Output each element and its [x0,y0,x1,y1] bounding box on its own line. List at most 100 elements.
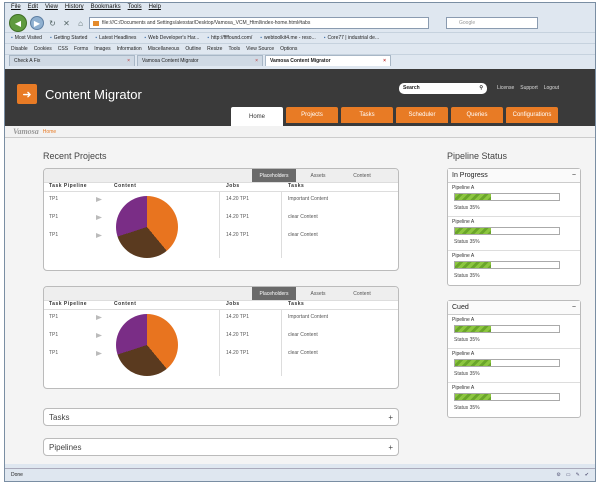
tab-assets[interactable]: Assets [296,287,340,300]
browser-window: File Edit View History Bookmarks Tools H… [4,2,596,482]
navigation-toolbar: ◀ ▶ ↻ ✕ ⌂ file:///C:/Documents and Setti… [5,14,595,32]
tab-queries[interactable]: Queries [451,107,503,123]
close-icon[interactable]: × [255,58,258,64]
browser-search-input[interactable]: Google [446,17,538,29]
tab-content[interactable]: Content [340,169,384,182]
pipeline-status: Status 35% [454,205,480,211]
devtool-options[interactable]: Options [280,46,297,52]
tab-assets[interactable]: Assets [296,169,340,182]
bookmark-item[interactable]: Getting Started [50,35,88,41]
devtool-images[interactable]: Images [94,46,110,52]
devtool-disable[interactable]: Disable [11,46,28,52]
app-search-input[interactable]: Search ⚲ [399,83,487,94]
license-link[interactable]: License [497,85,514,91]
search-icon[interactable]: ⚲ [479,83,483,94]
bookmark-item[interactable]: http://ffffound.com/ [207,35,252,41]
close-icon[interactable]: × [127,58,130,64]
tab-projects[interactable]: Projects [286,107,338,123]
panel-tabs: Placeholders Assets Content [44,169,398,183]
support-link[interactable]: Support [520,85,538,91]
menu-edit[interactable]: Edit [28,4,38,13]
addon-icon[interactable]: ⚙ [556,472,560,478]
browser-tab-active[interactable]: Vamosa Content Migrator × [265,55,391,66]
pipeline-status: Status 35% [454,371,480,377]
bookmark-item[interactable]: Web Developer's Har... [144,35,199,41]
flag-icon[interactable] [96,215,102,220]
tab-configurations[interactable]: Configurations [506,107,558,123]
tab-home[interactable]: Home [231,107,283,126]
pipeline-name[interactable]: Pipeline A [452,253,576,259]
progress-fill [455,326,492,332]
table-header: Task Pipeline Content Jobs Tasks [44,301,398,310]
tab-content[interactable]: Content [340,287,384,300]
pipeline-content-column: TP1 TP1 TP1 [44,192,220,258]
brand-logo: Vamosa [13,127,39,136]
table-header: Task Pipeline Content Jobs Tasks [44,183,398,192]
devtool-css[interactable]: CSS [58,46,68,52]
expand-plus-icon[interactable]: + [388,413,393,422]
pipeline-item: Pipeline A Status 35% [448,383,580,417]
tasks-accordion[interactable]: Tasks + [43,408,399,426]
bookmark-item[interactable]: Core77 | industrial de... [324,35,380,41]
breadcrumb-home[interactable]: Home [43,129,56,135]
devtool-forms[interactable]: Forms [74,46,88,52]
devtool-outline[interactable]: Outline [185,46,201,52]
pipeline-name[interactable]: Pipeline A [452,317,576,323]
pipeline-name[interactable]: Pipeline A [452,385,576,391]
menu-history[interactable]: History [65,4,84,13]
flag-icon[interactable] [96,233,102,238]
row-task: Important Content [288,314,329,320]
devtool-view-source[interactable]: View Source [246,46,274,52]
devtool-cookies[interactable]: Cookies [34,46,52,52]
back-icon[interactable]: ◀ [9,14,27,32]
menu-file[interactable]: File [11,4,21,13]
table-body: TP1 TP1 TP1 14.20 TP1 14.20 TP1 14.20 TP… [44,192,398,258]
bookmark-item[interactable]: Most Visited [11,35,42,41]
menu-bookmarks[interactable]: Bookmarks [91,4,121,13]
reload-icon[interactable]: ↻ [47,18,58,29]
devtool-resize[interactable]: Resize [207,46,222,52]
collapse-minus-icon[interactable]: − [572,304,576,311]
browser-tab[interactable]: Vamosa Content Migrator × [137,55,263,66]
close-icon[interactable]: × [383,58,386,64]
collapse-minus-icon[interactable]: − [572,172,576,179]
tab-tasks[interactable]: Tasks [341,107,393,123]
flag-icon[interactable] [96,197,102,202]
edit-icon[interactable]: ✎ [576,472,580,478]
browser-tab[interactable]: Check A Fix × [9,55,135,66]
page-icon[interactable]: ▭ [566,472,571,478]
flag-icon[interactable] [96,315,102,320]
flag-icon[interactable] [96,333,102,338]
devtool-miscellaneous[interactable]: Miscellaneous [148,46,180,52]
bookmark-item[interactable]: Latest Headlines [95,35,136,41]
tab-placeholders[interactable]: Placeholders [252,169,296,182]
pipeline-name[interactable]: Pipeline A [452,219,576,225]
devtool-information[interactable]: Information [117,46,142,52]
progress-fill [455,360,492,366]
pipeline-name[interactable]: Pipeline A [452,185,576,191]
forward-icon[interactable]: ▶ [30,16,44,30]
tab-scheduler[interactable]: Scheduler [396,107,448,123]
menu-help[interactable]: Help [149,4,161,13]
tab-placeholders[interactable]: Placeholders [252,287,296,300]
row-jobs: 14.20 TP1 [226,332,249,338]
devtool-tools[interactable]: Tools [228,46,240,52]
logout-link[interactable]: Logout [544,85,559,91]
stop-icon[interactable]: ✕ [61,18,72,29]
check-icon[interactable]: ✔ [585,472,589,478]
pipeline-name[interactable]: Pipeline A [452,351,576,357]
expand-plus-icon[interactable]: + [388,443,393,452]
bookmark-item[interactable]: webtoolkit4.me - reso... [260,35,316,41]
cued-box: Cued − Pipeline A Status 35% Pipeline A Sta… [447,300,581,418]
progress-fill [455,394,492,400]
menu-tools[interactable]: Tools [128,4,142,13]
address-bar[interactable]: file:///C:/Documents and Settings/alexst… [89,17,429,29]
row-pipeline: TP1 [49,232,59,238]
recent-projects-title: Recent Projects [43,151,107,161]
menu-view[interactable]: View [45,4,58,13]
pipelines-accordion[interactable]: Pipelines + [43,438,399,456]
row-jobs: 14.20 TP1 [226,214,249,220]
accordion-label: Tasks [49,413,70,422]
flag-icon[interactable] [96,351,102,356]
home-icon[interactable]: ⌂ [75,18,86,29]
